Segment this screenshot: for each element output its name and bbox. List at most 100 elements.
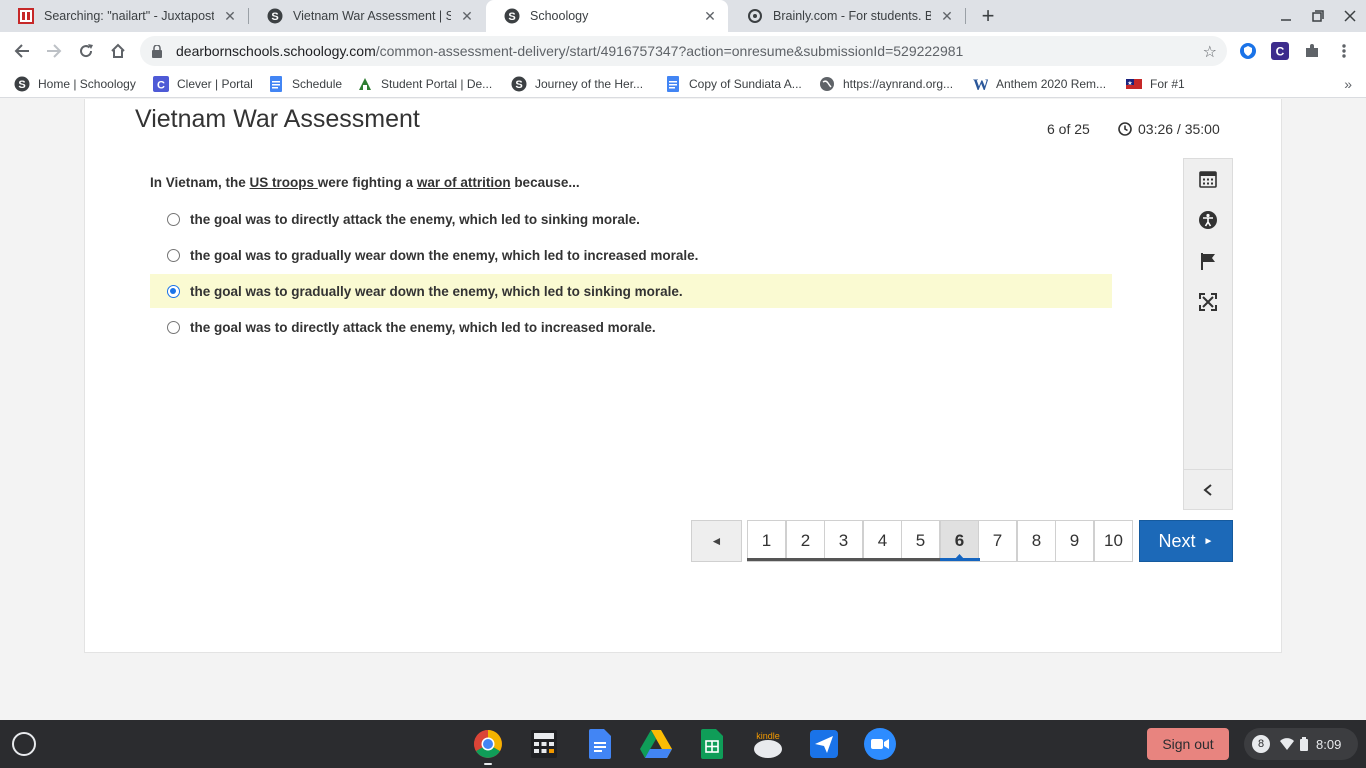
page-button-10[interactable]: 10: [1094, 520, 1133, 562]
minimize-button[interactable]: [1270, 0, 1302, 32]
radio-button[interactable]: [167, 248, 180, 262]
tab-vietnam-war-assessment[interactable]: S Vietnam War Assessment | Scho ✕: [249, 0, 485, 32]
svg-text:C: C: [157, 80, 165, 92]
globe-icon: [819, 76, 835, 92]
close-icon[interactable]: ✕: [222, 8, 238, 24]
question-term-war-of-attrition: war of attrition: [416, 175, 511, 190]
bookmark-for-1[interactable]: ★ For #1: [1126, 76, 1185, 92]
schoology-icon: S: [504, 8, 520, 24]
radio-button[interactable]: [167, 212, 180, 226]
tab-strip: Searching: "nailart" - Juxtapost ✕ S Vie…: [0, 0, 1366, 32]
collapse-tools-button[interactable]: [1184, 470, 1232, 510]
answer-choice-text: the goal was to gradually wear down the …: [190, 283, 683, 299]
radio-button-selected[interactable]: [167, 284, 180, 298]
page-button-2[interactable]: 2: [786, 520, 825, 562]
bookmarks-overflow-icon[interactable]: »: [1344, 76, 1352, 92]
bookmark-student-portal[interactable]: Student Portal | De...: [357, 76, 492, 92]
question-text: were fighting a: [317, 175, 417, 190]
vpn-extension-icon[interactable]: [1238, 41, 1258, 61]
tab-brainly[interactable]: Brainly.com - For students. By stu ✕: [729, 0, 965, 32]
page-button-5[interactable]: 5: [901, 520, 940, 562]
page-button-9[interactable]: 9: [1055, 520, 1094, 562]
answer-choice-1[interactable]: the goal was to directly attack the enem…: [150, 202, 1112, 236]
tab-title: Brainly.com - For students. By stu: [773, 9, 931, 23]
page-button-7[interactable]: 7: [978, 520, 1017, 562]
next-button[interactable]: Next ►: [1139, 520, 1233, 562]
send-app[interactable]: [808, 728, 840, 760]
next-button-label: Next: [1158, 530, 1196, 551]
close-window-button[interactable]: [1334, 0, 1366, 32]
bookmark-clever-portal[interactable]: C Clever | Portal: [153, 76, 253, 92]
google-drive-app[interactable]: [640, 728, 672, 760]
chrome-app[interactable]: [472, 728, 504, 765]
page-button-6-current[interactable]: 6: [940, 520, 979, 562]
back-button[interactable]: [8, 37, 36, 65]
new-tab-button[interactable]: +: [976, 3, 1000, 28]
bookmark-label: https://aynrand.org...: [843, 77, 954, 91]
previous-page-button[interactable]: ◄: [691, 520, 742, 562]
tab-juxtapost[interactable]: Searching: "nailart" - Juxtapost ✕: [0, 0, 248, 32]
system-tray[interactable]: 8 8:09: [1244, 728, 1358, 760]
svg-text:S: S: [508, 11, 515, 23]
kindle-app[interactable]: kindle: [752, 728, 784, 760]
sign-out-button[interactable]: Sign out: [1147, 728, 1229, 760]
forward-button[interactable]: [40, 37, 68, 65]
calculator-app[interactable]: [528, 728, 560, 760]
address-bar[interactable]: dearbornschools.schoology.com/common-ass…: [140, 36, 1227, 66]
close-icon[interactable]: ✕: [702, 8, 718, 24]
question-text: because...: [510, 175, 580, 190]
tab-title: Vietnam War Assessment | Scho: [293, 9, 451, 23]
close-icon[interactable]: ✕: [459, 8, 475, 24]
bookmark-schedule[interactable]: Schedule: [268, 76, 342, 92]
google-docs-icon: [589, 729, 611, 759]
home-button[interactable]: [104, 37, 132, 65]
answer-choice-2[interactable]: the goal was to gradually wear down the …: [150, 238, 1112, 272]
menu-kebab-icon[interactable]: [1334, 41, 1354, 61]
page-button-3[interactable]: 3: [824, 520, 863, 562]
bookmark-label: Journey of the Her...: [535, 77, 644, 91]
google-sheets-app[interactable]: [696, 728, 728, 760]
bookmark-aynrand[interactable]: https://aynrand.org...: [819, 76, 953, 92]
bookmark-label: Schedule: [292, 77, 343, 91]
svg-text:S: S: [515, 79, 522, 91]
fullscreen-button[interactable]: [1184, 282, 1232, 322]
flag-question-button[interactable]: [1184, 241, 1232, 281]
paper-plane-icon: [810, 730, 838, 758]
calculator-button[interactable]: [1184, 159, 1232, 199]
tools-sidebar: [1183, 158, 1233, 510]
answer-choice-3[interactable]: the goal was to gradually wear down the …: [150, 274, 1112, 308]
schoology-icon: S: [511, 76, 527, 92]
page-button-4[interactable]: 4: [863, 520, 902, 562]
answer-choice-4[interactable]: the goal was to directly attack the enem…: [150, 310, 1112, 344]
url-host: dearbornschools.schoology.com: [176, 43, 376, 59]
clever-extension-icon[interactable]: C: [1270, 41, 1290, 61]
radio-button[interactable]: [167, 320, 180, 334]
assessment-card: Vietnam War Assessment 6 of 25 03:26 / 3…: [84, 99, 1282, 653]
tab-schoology[interactable]: S Schoology ✕: [486, 0, 728, 32]
next-triangle-icon: ►: [1203, 535, 1214, 547]
zoom-app[interactable]: [864, 728, 896, 760]
page-button-8[interactable]: 8: [1017, 520, 1056, 562]
bookmark-star-icon[interactable]: ☆: [1203, 42, 1217, 62]
accessibility-button[interactable]: [1184, 200, 1232, 240]
reload-button[interactable]: [72, 37, 100, 65]
battery-icon: [1300, 737, 1308, 751]
close-icon[interactable]: ✕: [939, 8, 955, 24]
page-button-1[interactable]: 1: [747, 520, 786, 562]
restore-button[interactable]: [1302, 0, 1334, 32]
google-docs-app[interactable]: [584, 728, 616, 760]
bookmark-label: Anthem 2020 Rem...: [996, 77, 1107, 91]
notification-count-badge: 8: [1252, 735, 1270, 753]
calculator-icon: [531, 730, 557, 758]
minimize-icon: [1281, 19, 1291, 21]
back-arrow-icon: [14, 44, 29, 58]
extensions-puzzle-icon[interactable]: [1302, 41, 1322, 61]
bookmark-journey-of-the-hero[interactable]: S Journey of the Her...: [511, 76, 643, 92]
tab-separator: [965, 8, 966, 24]
pagination-progress-bar: [747, 558, 980, 561]
bookmark-home-schoology[interactable]: S Home | Schoology: [14, 76, 136, 92]
launcher-circle-icon[interactable]: [12, 732, 36, 756]
bookmark-anthem[interactable]: W Anthem 2020 Rem...: [972, 76, 1106, 92]
bookmark-copy-of-sundiata[interactable]: Copy of Sundiata A...: [665, 76, 802, 92]
google-drive-icon: [640, 730, 672, 758]
